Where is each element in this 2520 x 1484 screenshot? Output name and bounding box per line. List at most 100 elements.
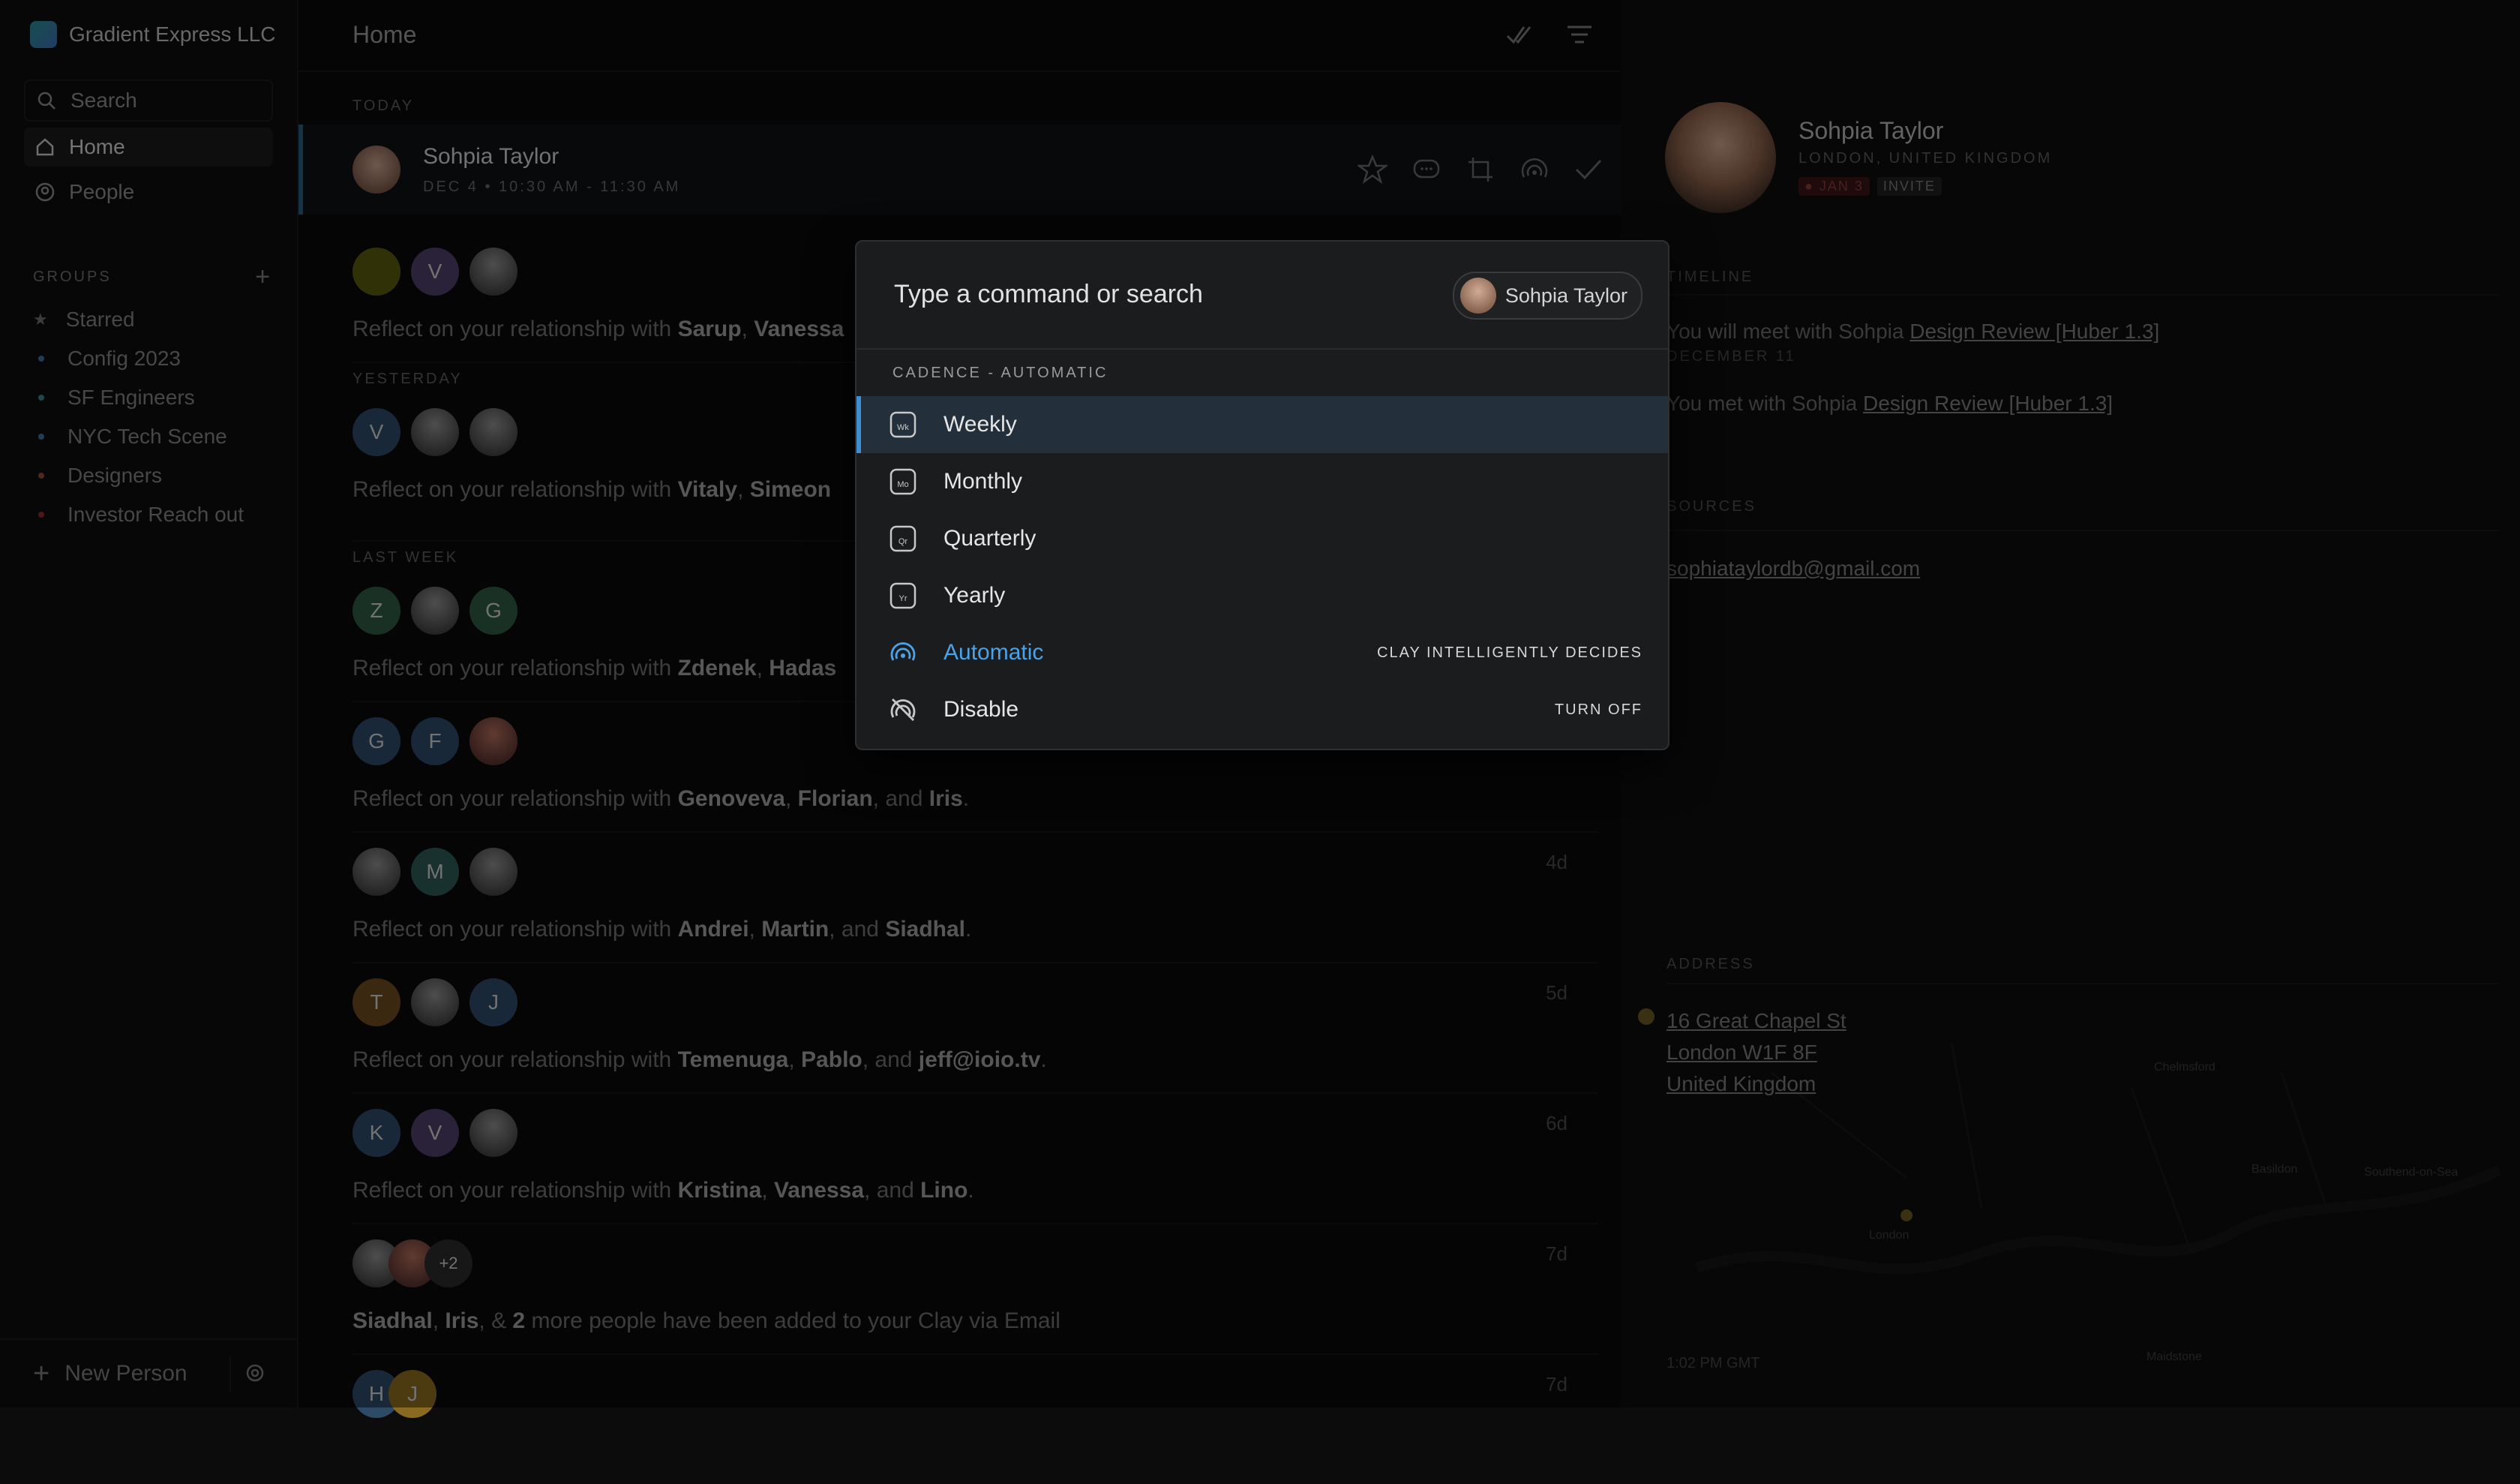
person-name[interactable]: Martin	[761, 917, 829, 942]
event-person-name: Sohpia Taylor	[423, 144, 560, 169]
group-label: SF Engineers	[68, 386, 195, 409]
filter-icon[interactable]	[1564, 20, 1594, 53]
person-name[interactable]: Hadas	[769, 656, 836, 680]
add-group-button[interactable]: +	[255, 263, 270, 292]
person-name[interactable]: Vanessa	[754, 317, 844, 341]
cadence-option-hint: TURN OFF	[1554, 701, 1642, 718]
avatar: V	[411, 248, 459, 296]
workspace-switcher[interactable]: Gradient Express LLC	[30, 21, 275, 48]
address-line: 16 Great Chapel St	[1666, 1009, 1846, 1032]
cadence-option-disable[interactable]: Disable TURN OFF	[856, 681, 1668, 738]
map-label: Chelmsford	[2154, 1061, 2216, 1074]
avatar: V	[352, 408, 400, 456]
contact-detail-panel: Sohpia Taylor LONDON, UNITED KINGDOM ● J…	[1622, 0, 2520, 1407]
star-icon[interactable]	[1356, 154, 1389, 188]
address-line: London W1F 8F	[1666, 1041, 1817, 1064]
calendar-icon: Qr	[890, 525, 916, 552]
person-name[interactable]: Siadhal	[352, 1308, 433, 1333]
avatar	[411, 587, 459, 635]
person-name[interactable]: Iris	[445, 1308, 478, 1333]
groups-title: GROUPS	[33, 269, 112, 285]
person-name[interactable]: Vitaly	[678, 477, 738, 502]
reminder-badge[interactable]: ● JAN 3	[1798, 177, 1870, 196]
list-item[interactable]: H J 7d	[352, 1355, 1598, 1484]
list-item[interactable]: K V 6d Reflect on your relationship with…	[352, 1094, 1598, 1224]
reflection-prefix: Reflect on your relationship with	[352, 1178, 672, 1203]
person-name[interactable]: Simeon	[750, 477, 831, 502]
cadence-option-yearly[interactable]: Yr Yearly	[856, 567, 1668, 624]
people-icon	[34, 182, 56, 203]
item-age: 5d	[1546, 981, 1568, 1004]
meeting-link[interactable]: Design Review [Huber 1.3]	[1910, 320, 2159, 343]
sidebar-item-sf-engineers[interactable]: SF Engineers	[33, 378, 244, 417]
group-color-dot	[38, 395, 44, 401]
avatar: K	[352, 1109, 400, 1157]
list-item[interactable]: M 4d Reflect on your relationship with A…	[352, 833, 1598, 963]
avatar	[470, 1109, 518, 1157]
email-link[interactable]: sophiataylordb@gmail.com	[1666, 557, 1920, 580]
calendar-icon-abbr: Wk	[897, 423, 909, 432]
map-label: Southend-on-Sea	[2364, 1166, 2458, 1179]
person-name[interactable]: Sarup	[678, 317, 742, 341]
person-name[interactable]: Lino	[920, 1178, 968, 1203]
cadence-option-weekly[interactable]: Wk Weekly	[856, 396, 1668, 453]
sidebar-item-label: People	[69, 180, 135, 203]
sidebar-item-nyc-tech-scene[interactable]: NYC Tech Scene	[33, 417, 244, 456]
person-name[interactable]: Florian	[798, 786, 873, 811]
meeting-link[interactable]: Design Review [Huber 1.3]	[1863, 392, 2113, 415]
calendar-icon-abbr: Qr	[898, 537, 908, 546]
cadence-option-label: Disable	[944, 697, 1019, 722]
disable-cadence-icon	[890, 698, 916, 721]
source-email[interactable]: sophiataylordb@gmail.com	[1666, 557, 1920, 581]
person-name[interactable]: Andrei	[678, 917, 749, 942]
cadence-icon[interactable]	[1520, 155, 1550, 188]
sidebar-item-search[interactable]: Search	[24, 80, 273, 122]
command-search-input[interactable]	[892, 279, 1420, 310]
sidebar-item-starred[interactable]: ★ Starred	[33, 300, 244, 339]
avatar-group: Z G	[352, 587, 518, 635]
sidebar-item-designers[interactable]: Designers	[33, 456, 244, 495]
crop-icon[interactable]	[1466, 155, 1496, 188]
divider	[1666, 530, 2499, 531]
avatar-group: V	[352, 408, 518, 456]
sidebar-item-home[interactable]: Home	[24, 128, 273, 167]
context-person-chip[interactable]: Sohpia Taylor	[1452, 272, 1642, 320]
sidebar-item-people[interactable]: People	[24, 173, 273, 212]
cadence-option-label: Quarterly	[944, 526, 1036, 551]
cadence-option-quarterly[interactable]: Qr Quarterly	[856, 510, 1668, 567]
check-icon[interactable]	[1574, 155, 1604, 188]
sidebar-nav: Search Home People	[24, 80, 273, 218]
cadence-option-monthly[interactable]: Mo Monthly	[856, 453, 1668, 510]
person-name[interactable]: Kristina	[678, 1178, 762, 1203]
person-name[interactable]: jeff@ioio.tv	[919, 1047, 1041, 1072]
group-color-dot	[38, 473, 44, 479]
today-event-item[interactable]: Sohpia Taylor DEC 4 • 10:30 AM - 11:30 A…	[298, 125, 1623, 215]
avatar	[411, 978, 459, 1026]
list-item[interactable]: T J 5d Reflect on your relationship with…	[352, 963, 1598, 1094]
settings-button[interactable]	[230, 1356, 279, 1392]
reflection-prefix: Reflect on your relationship with	[352, 477, 672, 502]
address-line: United Kingdom	[1666, 1072, 1816, 1095]
sidebar-item-config-2023[interactable]: Config 2023	[33, 339, 244, 378]
person-name[interactable]: Vanessa	[774, 1178, 864, 1203]
sidebar-item-investor-reach-out[interactable]: Investor Reach out	[33, 495, 244, 534]
person-name[interactable]: Iris	[929, 786, 963, 811]
new-person-button[interactable]: + New Person	[0, 1358, 236, 1390]
cadence-option-automatic[interactable]: Automatic CLAY INTELLIGENTLY DECIDES	[856, 624, 1668, 681]
person-name[interactable]: Genoveva	[678, 786, 785, 811]
divider	[1666, 983, 2499, 984]
reflection-text: Reflect on your relationship with Andrei…	[352, 917, 972, 942]
person-name[interactable]: Temenuga	[678, 1047, 789, 1072]
invite-badge[interactable]: INVITE	[1876, 177, 1942, 196]
workspace-logo	[30, 21, 57, 48]
reflection-prefix: Reflect on your relationship with	[352, 656, 672, 680]
person-name[interactable]: Pablo	[801, 1047, 862, 1072]
added-people-text: Siadhal, Iris, & 2 more people have been…	[352, 1308, 1060, 1333]
list-item[interactable]: +2 7d Siadhal, Iris, & 2 more people hav…	[352, 1224, 1598, 1355]
address-link[interactable]: 16 Great Chapel St London W1F 8F United …	[1666, 1005, 1846, 1100]
person-name[interactable]: Zdenek	[678, 656, 757, 680]
mark-all-done-icon[interactable]	[1504, 20, 1534, 53]
message-icon[interactable]	[1412, 155, 1442, 188]
reminder-date: JAN 3	[1819, 179, 1864, 194]
person-name[interactable]: Siadhal	[885, 917, 965, 942]
